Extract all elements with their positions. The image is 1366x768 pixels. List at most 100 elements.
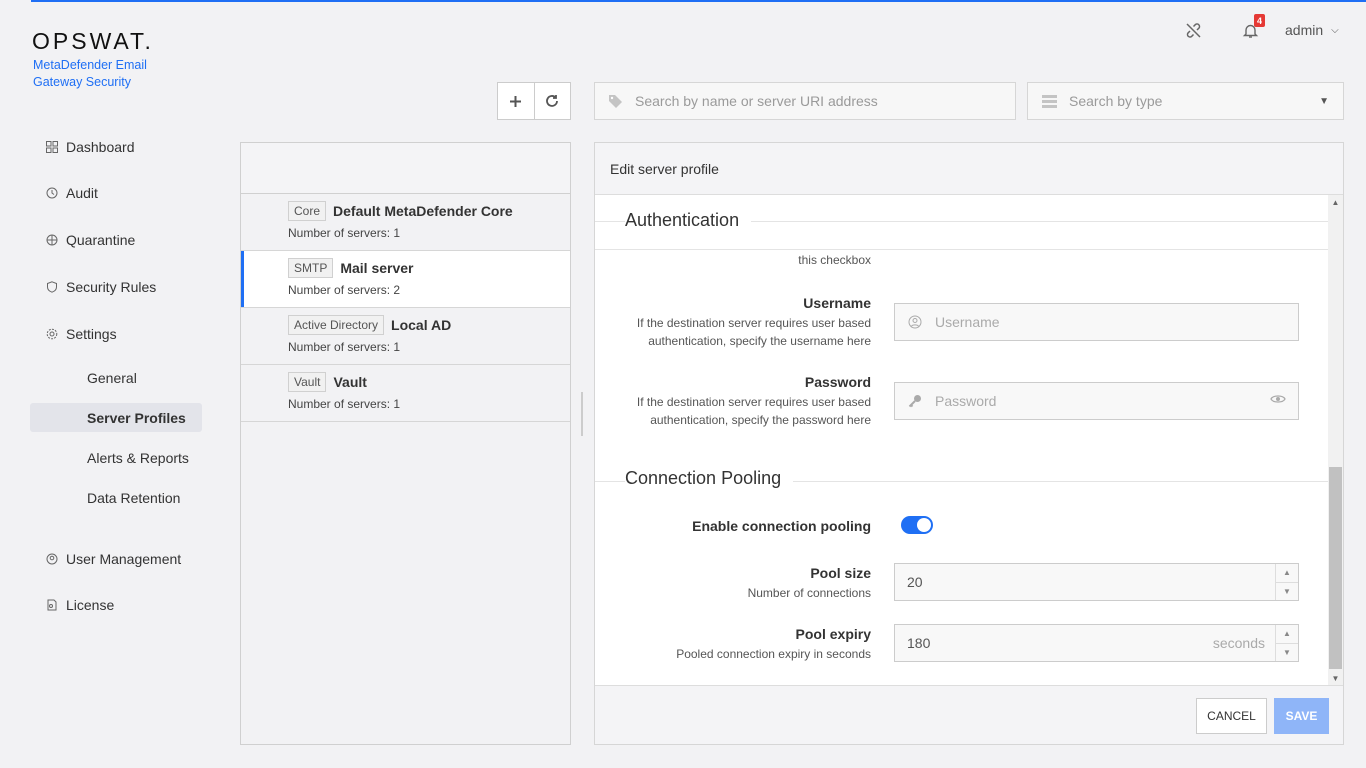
pool-size-description: Number of connections (747, 586, 871, 600)
sidebar-item-quarantine[interactable]: Quarantine (46, 229, 135, 251)
audit-icon (46, 187, 58, 199)
password-label: Password (804, 374, 871, 390)
show-password-icon[interactable] (1270, 392, 1286, 410)
sidebar-item-label: User Management (66, 551, 182, 567)
panel-resize-handle[interactable] (581, 392, 583, 436)
sidebar-item-user-management[interactable]: User Management (46, 548, 181, 570)
profile-name: Mail server (340, 260, 414, 276)
pool-size-field: ▲ ▼ (894, 563, 1299, 601)
user-menu[interactable]: admin ⌵ (1285, 22, 1339, 38)
sidebar-item-label: Security Rules (66, 279, 157, 295)
edit-server-profile-panel: Edit server profile Authentication this … (594, 142, 1344, 745)
license-icon (46, 599, 58, 611)
profile-server-count: Number of servers: 1 (288, 226, 401, 240)
sidebar-item-settings[interactable]: Settings (46, 323, 117, 345)
save-button[interactable]: SAVE (1274, 698, 1329, 734)
profile-server-count: Number of servers: 2 (288, 283, 401, 297)
scrollbar-thumb[interactable] (1329, 467, 1342, 669)
list-header (241, 143, 570, 194)
stepper-down-icon[interactable]: ▼ (1276, 642, 1298, 662)
sidebar-item-dashboard[interactable]: Dashboard (46, 136, 135, 158)
notification-badge: 4 (1254, 14, 1265, 27)
pool-expiry-input[interactable] (907, 635, 1213, 651)
dashboard-icon (46, 141, 58, 153)
top-accent-line (31, 0, 1366, 2)
edit-form-scroll-area: Authentication this checkbox Username If… (595, 195, 1343, 685)
profile-server-count: Number of servers: 1 (288, 340, 401, 354)
disconnect-icon[interactable] (1183, 20, 1203, 40)
profile-item-core[interactable]: Core Default MetaDefender Core Number of … (241, 194, 570, 251)
profile-type-tag: Vault (288, 372, 327, 392)
server-profile-list: Core Default MetaDefender Core Number of … (240, 142, 571, 745)
refresh-icon (546, 95, 559, 107)
product-name: MetaDefender Email Gateway Security (33, 58, 147, 89)
sidebar-subitem-alerts-reports[interactable]: Alerts & Reports (30, 443, 202, 472)
opswat-logo: OPSWAT. (32, 28, 154, 54)
list-icon (1041, 93, 1057, 109)
key-icon (907, 393, 923, 409)
edit-panel-footer: CANCEL SAVE (595, 685, 1343, 744)
search-type-input[interactable] (1069, 93, 1320, 109)
password-input[interactable] (935, 393, 1270, 409)
sidebar-item-license[interactable]: License (46, 594, 114, 616)
profile-name: Vault (333, 374, 367, 390)
sidebar-item-audit[interactable]: Audit (46, 182, 98, 204)
enable-pooling-label: Enable connection pooling (692, 518, 871, 534)
password-description: If the destination server requires user … (636, 395, 871, 427)
stepper-down-icon[interactable]: ▼ (1276, 581, 1298, 601)
sidebar-item-label: Quarantine (66, 232, 136, 248)
profile-name: Default MetaDefender Core (333, 203, 513, 219)
username-input[interactable] (935, 314, 1298, 330)
pool-size-stepper[interactable]: ▲ ▼ (1275, 564, 1298, 600)
pool-expiry-unit: seconds (1212, 635, 1265, 651)
username-label: Username (803, 295, 871, 311)
profile-type-tag: SMTP (288, 258, 334, 278)
stepper-up-icon[interactable]: ▲ (1276, 625, 1298, 643)
pool-expiry-field: seconds ▲ ▼ (894, 624, 1299, 662)
pool-expiry-stepper[interactable]: ▲ ▼ (1275, 625, 1298, 661)
toolbar-buttons (497, 82, 571, 120)
profile-item-active-directory[interactable]: Active Directory Local AD Number of serve… (241, 308, 570, 365)
profile-item-vault[interactable]: Vault Vault Number of servers: 1 (241, 365, 570, 422)
authentication-section-title: Authentication (625, 210, 752, 231)
plus-icon (510, 95, 522, 107)
pool-size-input[interactable] (907, 574, 1275, 590)
sidebar-item-label: Audit (66, 185, 98, 201)
search-name-field (594, 82, 1016, 120)
profile-server-count: Number of servers: 1 (288, 397, 401, 411)
sidebar-subitem-general[interactable]: General (30, 363, 202, 392)
stepper-up-icon[interactable]: ▲ (1276, 564, 1298, 582)
cancel-button[interactable]: CANCEL (1196, 698, 1267, 734)
sidebar-subitem-server-profiles[interactable]: Server Profiles (30, 403, 202, 432)
search-type-select[interactable]: ▼ (1027, 82, 1344, 120)
pool-size-label: Pool size (810, 565, 871, 581)
users-icon (46, 553, 58, 565)
profile-type-tag: Core (288, 201, 327, 221)
sidebar-item-security-rules[interactable]: Security Rules (46, 276, 156, 298)
profile-name: Local AD (391, 317, 452, 333)
connection-pooling-section-title: Connection Pooling (625, 468, 794, 489)
password-field (894, 382, 1299, 420)
chevron-down-icon: ⌵ (1331, 24, 1339, 36)
search-name-input[interactable] (635, 93, 1015, 109)
username: admin (1285, 22, 1324, 38)
pool-expiry-description: Pooled connection expiry in seconds (676, 647, 871, 661)
sidebar-subitem-data-retention[interactable]: Data Retention (30, 483, 202, 512)
refresh-button[interactable] (533, 83, 571, 119)
section-divider (595, 249, 1329, 250)
scroll-down-icon[interactable]: ▼ (1328, 671, 1343, 685)
form-scrollbar[interactable]: ▲ ▼ (1328, 195, 1343, 685)
pool-expiry-label: Pool expiry (795, 626, 871, 642)
profile-item-smtp[interactable]: SMTP Mail server Number of servers: 2 (241, 251, 570, 308)
username-description: If the destination server requires user … (636, 316, 871, 348)
enable-pooling-toggle[interactable] (901, 516, 933, 534)
caret-down-icon: ▼ (1319, 95, 1329, 107)
sidebar-item-label: Settings (66, 326, 117, 342)
checkbox-hint-text: this checkbox (798, 253, 871, 267)
tag-icon (607, 93, 623, 109)
scroll-up-icon[interactable]: ▲ (1328, 195, 1343, 209)
user-icon (907, 314, 923, 330)
username-field (894, 303, 1299, 341)
add-button[interactable] (498, 83, 534, 119)
profile-type-tag: Active Directory (288, 315, 385, 335)
